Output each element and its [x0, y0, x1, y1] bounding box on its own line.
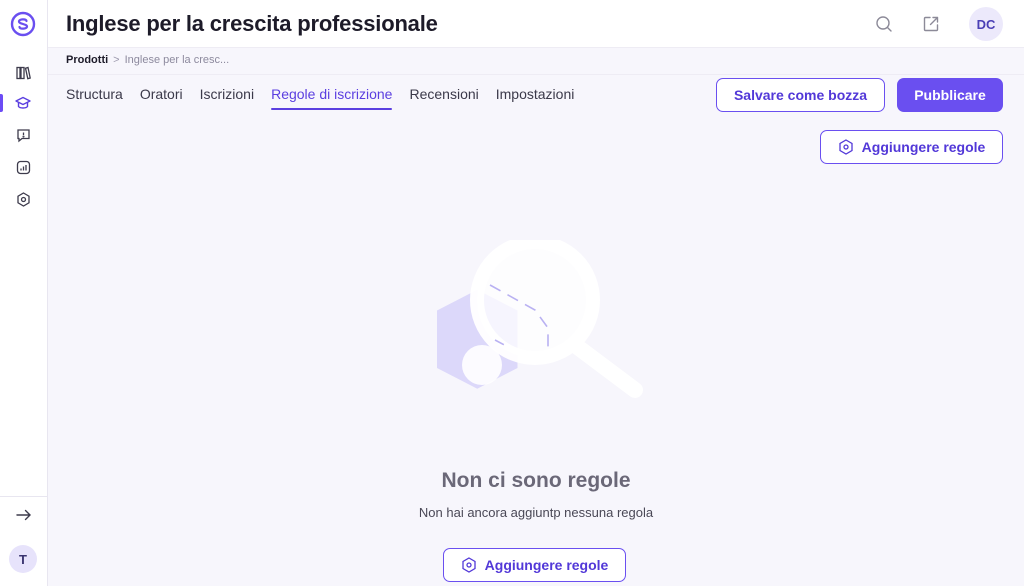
breadcrumb: Prodotti > Inglese per la cresc...	[66, 54, 229, 66]
add-rules-button-top[interactable]: Aggiungere regole	[820, 130, 1003, 164]
sidebar-item-questions[interactable]	[14, 126, 32, 144]
settings-hex-icon	[839, 139, 853, 155]
sidebar: T	[0, 0, 48, 586]
sidebar-item-settings[interactable]	[14, 190, 32, 208]
open-external-button[interactable]	[921, 14, 941, 34]
external-link-icon	[923, 16, 939, 32]
empty-search-illustration	[437, 240, 643, 398]
analytics-icon	[16, 160, 30, 174]
app-logo-icon[interactable]	[10, 11, 36, 37]
add-rules-button-empty[interactable]: Aggiungere regole	[443, 548, 626, 582]
library-icon	[15, 66, 31, 80]
search-icon	[876, 16, 892, 32]
breadcrumb-separator: >	[113, 54, 120, 66]
tab-enrollment-rules[interactable]: Regole di iscrizione	[271, 86, 393, 110]
chat-question-icon	[16, 128, 30, 142]
add-rules-empty-label: Aggiungere regole	[484, 557, 609, 573]
empty-state-title: Non ci sono regole	[441, 469, 631, 492]
profile-avatar[interactable]: DC	[969, 7, 1003, 41]
search-button[interactable]	[874, 14, 894, 34]
tab-reviews[interactable]: Recensioni	[409, 86, 478, 110]
top-header: Inglese per la crescita professionale DC	[48, 0, 1024, 48]
sidebar-divider	[0, 496, 48, 497]
sidebar-item-courses[interactable]	[14, 94, 32, 112]
sidebar-item-analytics[interactable]	[14, 158, 32, 176]
sidebar-item-library[interactable]	[14, 64, 32, 82]
save-draft-label: Salvare come bozza	[733, 87, 868, 103]
empty-state-subtitle: Non hai ancora aggiuntp nessuna regola	[418, 505, 654, 520]
breadcrumb-divider	[48, 74, 1024, 75]
tab-bar: Structura Oratori Iscrizioni Regole di i…	[66, 86, 591, 110]
user-avatar[interactable]: T	[9, 545, 37, 573]
settings-hex-icon	[16, 191, 30, 207]
active-indicator	[0, 94, 3, 112]
breadcrumb-current: Inglese per la cresc...	[124, 54, 230, 66]
publish-button[interactable]: Pubblicare	[897, 78, 1003, 112]
tab-settings[interactable]: Impostazioni	[496, 86, 575, 110]
add-rules-label: Aggiungere regole	[861, 139, 986, 155]
breadcrumb-root[interactable]: Prodotti	[66, 54, 108, 66]
page-title: Inglese per la crescita professionale	[66, 11, 438, 36]
arrow-right-icon	[16, 509, 31, 521]
save-draft-button[interactable]: Salvare come bozza	[716, 78, 885, 112]
publish-label: Pubblicare	[914, 87, 986, 103]
settings-hex-icon	[462, 557, 476, 573]
tab-enrollments[interactable]: Iscrizioni	[200, 86, 254, 110]
graduation-cap-icon	[15, 96, 31, 109]
tab-structure[interactable]: Structura	[66, 86, 123, 110]
expand-sidebar-button[interactable]	[14, 506, 34, 524]
tab-speakers[interactable]: Oratori	[140, 86, 183, 110]
